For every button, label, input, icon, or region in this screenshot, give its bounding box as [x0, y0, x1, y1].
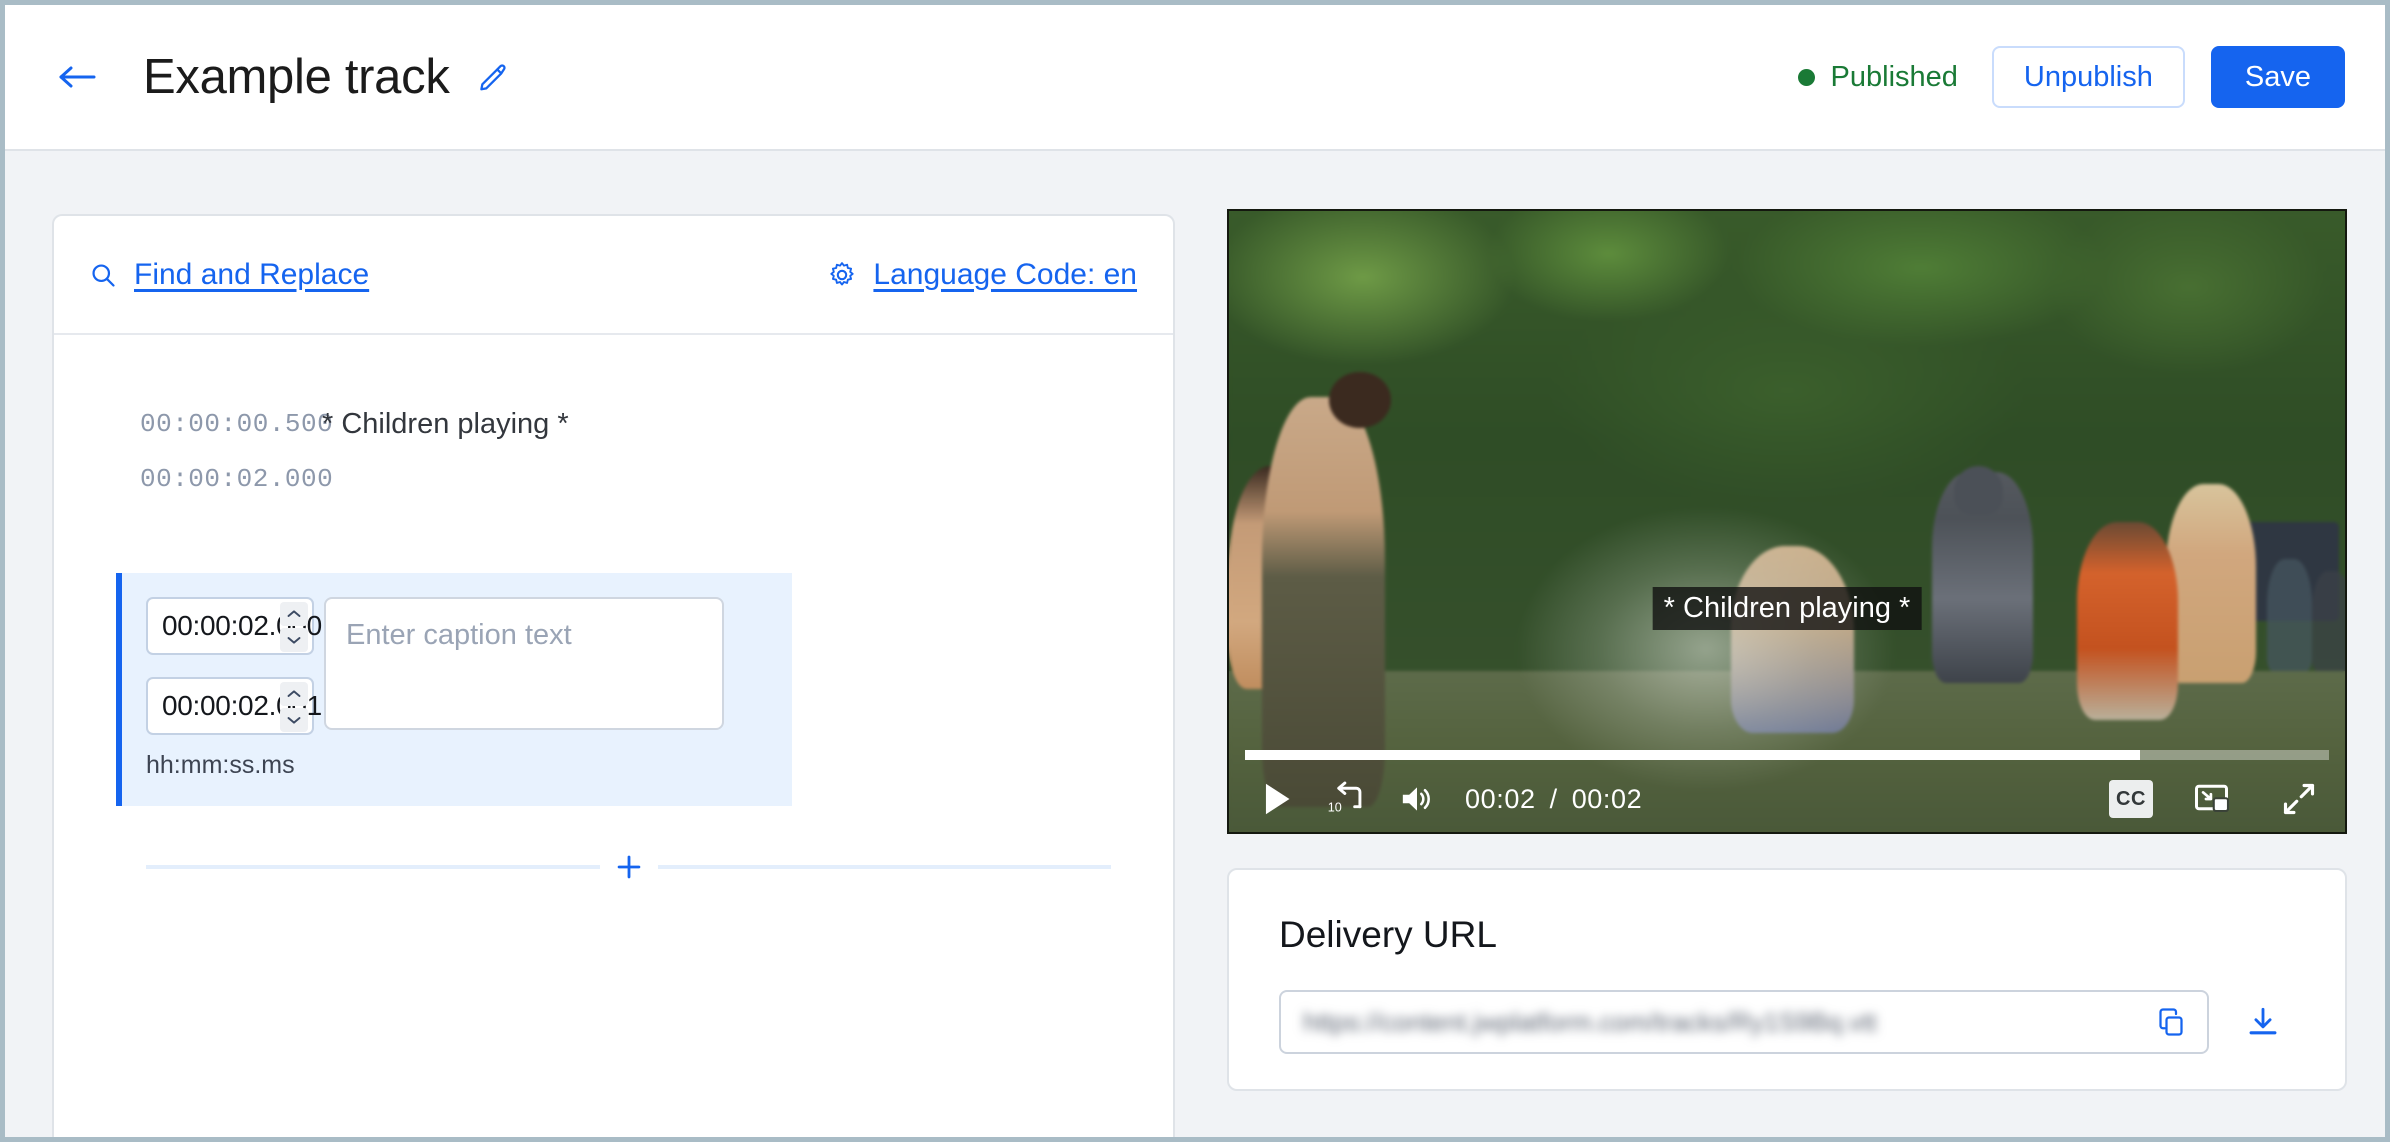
duration-label: 00:02: [1571, 783, 1643, 814]
cue-timestamps: 00:00:00.500 00:00:02.000: [54, 397, 334, 507]
unpublish-button[interactable]: Unpublish: [1991, 46, 2185, 108]
svg-text:10: 10: [1328, 800, 1342, 814]
cue-start-time-stepper: [280, 602, 308, 652]
time-separator: /: [1549, 783, 1558, 814]
chevron-up-icon: [287, 690, 301, 697]
status-label: Published: [1830, 60, 1958, 93]
cue-list-item[interactable]: 00:00:00.500 00:00:02.000 * Children pla…: [54, 335, 1173, 507]
closed-captions-button[interactable]: CC: [2109, 780, 2153, 818]
language-code-link[interactable]: Language Code: en: [827, 258, 1137, 292]
download-button[interactable]: [2245, 1004, 2281, 1040]
page-header: Example track Published Unpublish Save: [5, 5, 2385, 151]
delivery-url-row: https://content.jwplatform.com/tracks/Ry…: [1279, 990, 2295, 1054]
chevron-up-icon: [287, 610, 301, 617]
status-badge: Published: [1797, 60, 1958, 94]
cue-text-input[interactable]: Enter caption text: [324, 597, 724, 730]
rewind-10-icon: 10: [1328, 781, 1362, 814]
cue-end-time-increment[interactable]: [280, 682, 308, 706]
progress-bar-played: [1245, 750, 2141, 760]
chevron-down-icon: [287, 717, 301, 724]
find-and-replace-link[interactable]: Find and Replace: [88, 258, 369, 292]
picture-in-picture-icon: [2195, 784, 2230, 813]
caption-editor-toolbar: Find and Replace Language Code: en: [54, 216, 1173, 335]
search-icon: [88, 260, 118, 290]
chevron-down-icon: [287, 637, 301, 644]
header-actions: Published Unpublish Save: [1797, 46, 2345, 108]
arrow-left-icon: [59, 66, 96, 88]
picture-in-picture-button[interactable]: [2187, 773, 2239, 825]
page-body: Find and Replace Language Code: en 00:00…: [5, 153, 2385, 1137]
volume-button[interactable]: [1391, 773, 1443, 825]
active-cue-editor: 00:00:02.000 00:00:02.001 hh:mm:ss.ms En…: [116, 573, 792, 806]
edit-title-button[interactable]: [476, 60, 510, 94]
video-caption-overlay: * Children playing *: [1652, 586, 1922, 630]
add-cue-divider-right: [657, 865, 1111, 869]
add-cue-button[interactable]: [146, 852, 1111, 882]
add-cue-divider-left: [146, 865, 600, 869]
cue-end-time-input[interactable]: 00:00:02.001: [146, 677, 322, 735]
active-cue-times: 00:00:02.000 00:00:02.001 hh:mm:ss.ms: [122, 597, 322, 780]
video-player[interactable]: * Children playing * 10 00:02 / 00:02 CC: [1227, 209, 2347, 834]
cue-end-time-decrement[interactable]: [280, 708, 308, 732]
video-blur-overlay: [1229, 211, 2345, 832]
cue-start-time-increment[interactable]: [280, 602, 308, 626]
find-and-replace-label: Find and Replace: [134, 257, 370, 291]
back-button[interactable]: [55, 54, 101, 100]
gear-icon: [827, 260, 857, 290]
progress-bar[interactable]: [1245, 750, 2329, 760]
delivery-url-card: Delivery URL https://content.jwplatform.…: [1227, 868, 2347, 1091]
cue-end-time-stepper: [280, 682, 308, 732]
language-code-label: Language Code: en: [873, 257, 1137, 291]
page-title: Example track: [143, 50, 450, 104]
preview-column: * Children playing * 10 00:02 / 00:02 CC…: [1227, 209, 2347, 1091]
cue-end-time: 00:00:02.000: [140, 464, 334, 494]
status-dot-icon: [1797, 68, 1815, 86]
delivery-url-input[interactable]: https://content.jwplatform.com/tracks/Ry…: [1279, 990, 2209, 1054]
cue-list: 00:00:00.500 00:00:02.000 * Children pla…: [54, 335, 1173, 882]
rewind-10-button[interactable]: 10: [1321, 773, 1373, 825]
play-button[interactable]: [1251, 773, 1303, 825]
fullscreen-icon: [2283, 783, 2315, 815]
time-format-hint: hh:mm:ss.ms: [146, 751, 295, 779]
cue-start-time-decrement[interactable]: [280, 628, 308, 652]
cue-text: * Children playing *: [322, 408, 569, 440]
current-time-label: 00:02: [1465, 783, 1536, 814]
delivery-url-value: https://content.jwplatform.com/tracks/Ry…: [1303, 1006, 1877, 1037]
video-frame: [1229, 211, 2345, 832]
delivery-url-title: Delivery URL: [1279, 914, 1497, 955]
track-editor-page: Example track Published Unpublish Save F…: [0, 0, 2390, 1142]
player-controls: 10 00:02 / 00:02 CC: [1229, 766, 2345, 832]
copy-url-button[interactable]: [2155, 1006, 2187, 1038]
copy-icon: [2159, 1008, 2183, 1036]
fullscreen-button[interactable]: [2273, 773, 2325, 825]
save-button[interactable]: Save: [2210, 46, 2345, 108]
pencil-icon: [479, 64, 506, 91]
cue-text-placeholder: Enter caption text: [346, 619, 572, 651]
volume-icon: [1402, 787, 1430, 811]
caption-editor-panel: Find and Replace Language Code: en 00:00…: [52, 214, 1175, 1137]
cue-start-time: 00:00:00.500: [140, 409, 334, 439]
cue-start-time-input[interactable]: 00:00:02.000: [146, 597, 322, 655]
player-controls-right: CC: [2109, 773, 2325, 825]
plus-icon: [614, 852, 644, 882]
download-icon: [2249, 1007, 2277, 1035]
play-icon: [1265, 783, 1290, 815]
